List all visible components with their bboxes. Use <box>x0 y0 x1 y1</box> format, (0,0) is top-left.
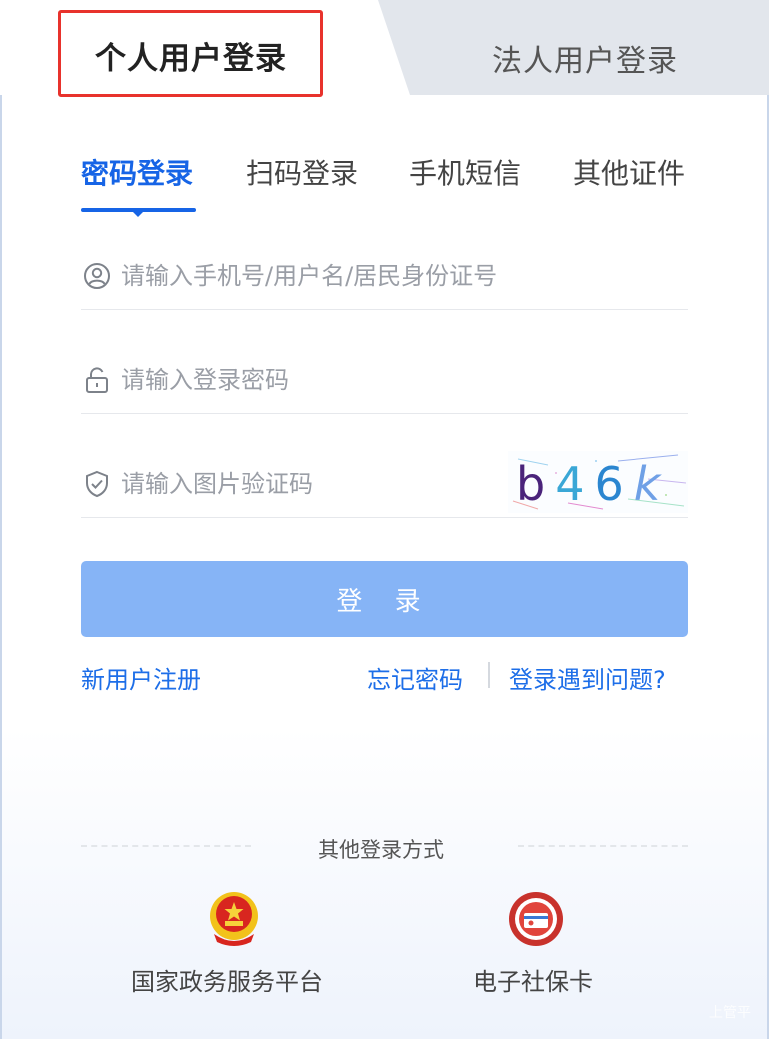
tab-legal-user-label[interactable]: 法人用户登录 <box>492 36 678 80</box>
captcha-code: b46k <box>516 457 671 511</box>
social-security-login[interactable] <box>507 890 565 948</box>
tab-password-login[interactable]: 密码登录 <box>81 152 193 192</box>
captcha-input[interactable] <box>121 460 491 508</box>
social-security-label[interactable]: 电子社保卡 <box>473 962 593 997</box>
login-problem-link[interactable]: 登录遇到问题? <box>509 660 666 695</box>
password-input[interactable] <box>121 356 541 404</box>
captcha-image[interactable]: b46k <box>508 451 688 513</box>
watermark: 上管平 <box>709 1005 751 1021</box>
tab-personal-user-label[interactable]: 个人用户登录 <box>95 33 287 78</box>
divider-left <box>81 845 251 847</box>
social-security-card-icon <box>509 892 563 946</box>
user-icon <box>84 263 110 289</box>
lock-icon <box>86 367 108 393</box>
active-tab-notch <box>132 211 144 217</box>
national-emblem-icon <box>210 892 258 946</box>
tab-qrcode-login[interactable]: 扫码登录 <box>246 152 358 192</box>
password-field-row <box>81 342 688 414</box>
register-link[interactable]: 新用户注册 <box>81 660 201 695</box>
tab-sms-login[interactable]: 手机短信 <box>409 152 521 192</box>
tab-other-id-login[interactable]: 其他证件 <box>573 152 685 192</box>
forgot-password-link[interactable]: 忘记密码 <box>367 660 463 695</box>
captcha-field-row: b46k <box>81 446 688 518</box>
left-border <box>0 0 2 1039</box>
national-platform-login[interactable] <box>205 888 263 950</box>
divider-right <box>518 845 688 847</box>
account-input[interactable] <box>121 252 541 300</box>
account-field-row <box>81 238 688 310</box>
other-login-title: 其他登录方式 <box>318 838 444 862</box>
national-platform-label[interactable]: 国家政务服务平台 <box>131 962 323 997</box>
login-button[interactable]: 登 录 <box>81 561 688 637</box>
link-divider <box>488 662 490 688</box>
shield-icon <box>86 470 108 498</box>
